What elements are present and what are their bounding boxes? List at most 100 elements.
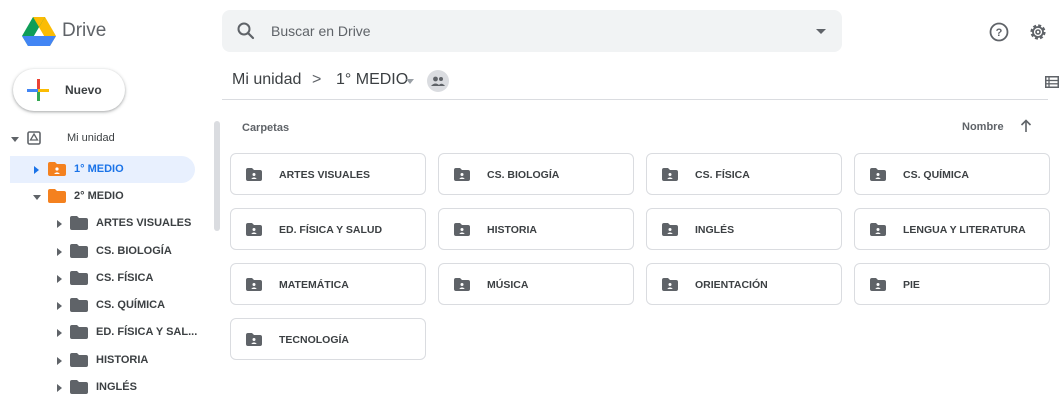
folder-card[interactable]: LENGUA Y LITERATURA [854, 208, 1050, 250]
top-bar: Drive Buscar en Drive ? [0, 0, 1062, 62]
sidebar-item-label: ED. FÍSICA Y SAL... [96, 326, 198, 338]
folder-name: MATEMÁTICA [279, 279, 349, 291]
shared-folder-icon [662, 223, 678, 236]
folder-card[interactable]: ORIENTACIÓN [646, 263, 842, 305]
shared-folder-icon [662, 278, 678, 291]
folder-card[interactable]: CS. FÍSICA [646, 153, 842, 195]
shared-folder-icon [454, 278, 470, 291]
sidebar-item-label: ARTES VISUALES [96, 217, 192, 229]
folder-card[interactable]: MÚSICA [438, 263, 634, 305]
folder-icon [70, 380, 88, 394]
folder-card[interactable]: ED. FÍSICA Y SALUD [230, 208, 426, 250]
folder-icon [70, 298, 88, 312]
shared-folder-icon [870, 168, 886, 181]
search-bar[interactable]: Buscar en Drive [222, 10, 842, 52]
sidebar-item-1-medio[interactable]: 1° MEDIO [0, 156, 200, 183]
expand-arrow-icon[interactable] [57, 329, 62, 337]
search-input[interactable]: Buscar en Drive [271, 23, 371, 39]
shared-folder-icon [662, 168, 678, 181]
expand-arrow-icon[interactable] [57, 275, 62, 283]
sidebar-item-2-medio[interactable]: 2° MEDIO [0, 183, 200, 210]
new-button-label: Nuevo [65, 83, 102, 97]
folder-icon [48, 189, 66, 203]
sidebar-item-label: 1° MEDIO [74, 163, 124, 175]
breadcrumb-separator: > [312, 71, 322, 88]
sidebar-item-label: HISTORIA [96, 354, 149, 366]
expand-arrow-icon[interactable] [57, 302, 62, 310]
folder-card[interactable]: HISTORIA [438, 208, 634, 250]
sidebar-item-label: 2° MEDIO [74, 190, 124, 202]
folder-name: ORIENTACIÓN [695, 279, 768, 291]
shared-folder-icon [454, 168, 470, 181]
folder-card[interactable]: CS. QUÍMICA [854, 153, 1050, 195]
svg-text:?: ? [996, 27, 1003, 39]
folder-name: LENGUA Y LITERATURA [903, 224, 1026, 236]
app-name[interactable]: Drive [62, 20, 106, 42]
folder-name: CS. QUÍMICA [903, 169, 969, 181]
folder-card[interactable]: PIE [854, 263, 1050, 305]
folder-card[interactable]: ARTES VISUALES [230, 153, 426, 195]
folder-card[interactable]: INGLÉS [646, 208, 842, 250]
folder-name: CS. BIOLOGÍA [487, 169, 560, 181]
folder-name: INGLÉS [695, 224, 735, 236]
folder-name: TECNOLOGÍA [279, 334, 349, 346]
folder-card[interactable]: CS. BIOLOGÍA [438, 153, 634, 195]
search-options-dropdown-icon[interactable] [816, 29, 826, 34]
expand-arrow-icon[interactable] [57, 357, 62, 365]
sidebar-item-cs-fisica[interactable]: CS. FÍSICA [0, 265, 200, 292]
sidebar-item-mi-unidad[interactable]: Mi unidad [0, 125, 200, 152]
folder-icon [70, 216, 88, 230]
header-divider [222, 99, 1048, 100]
expand-arrow-icon[interactable] [57, 248, 62, 256]
shared-folder-icon [48, 162, 66, 176]
expand-arrow-icon[interactable] [34, 166, 39, 174]
shared-folder-icon [454, 223, 470, 236]
drive-logo-icon[interactable] [22, 17, 56, 47]
folder-name: ARTES VISUALES [279, 169, 371, 181]
breadcrumb-dropdown-icon[interactable] [406, 79, 414, 84]
shared-folder-icon [870, 223, 886, 236]
settings-gear-icon[interactable] [1027, 21, 1049, 43]
shared-folder-icon [246, 278, 262, 291]
shared-folder-icon [246, 333, 262, 346]
folder-card[interactable]: TECNOLOGÍA [230, 318, 426, 360]
shared-folder-icon [246, 168, 262, 181]
sidebar-item-ingles[interactable]: INGLÉS [0, 374, 200, 395]
sidebar-item-artes-visuales[interactable]: ARTES VISUALES [0, 210, 200, 237]
sidebar-item-label: CS. QUÍMICA [96, 299, 166, 311]
folder-card[interactable]: MATEMÁTICA [230, 263, 426, 305]
help-icon[interactable]: ? [988, 21, 1010, 43]
shared-folder-icon [246, 223, 262, 236]
sidebar-item-cs-biologia[interactable]: CS. BIOLOGÍA [0, 238, 200, 265]
expand-arrow-icon[interactable] [57, 220, 62, 228]
sort-by-name-button[interactable]: Nombre [962, 121, 1004, 133]
shared-folder-icon [870, 278, 886, 291]
folder-name: HISTORIA [487, 224, 537, 236]
sidebar-item-label: Mi unidad [67, 132, 115, 144]
collapse-arrow-icon[interactable] [33, 195, 41, 200]
breadcrumb-current[interactable]: 1° MEDIO [336, 71, 408, 89]
list-view-icon[interactable] [1045, 76, 1059, 88]
folder-name: PIE [903, 279, 920, 291]
sidebar-item-historia[interactable]: HISTORIA [0, 347, 200, 374]
new-button[interactable]: Nuevo [13, 69, 125, 111]
sidebar-item-label: CS. FÍSICA [96, 272, 154, 284]
sidebar-item-ed-fisica-y-salud[interactable]: ED. FÍSICA Y SAL... [0, 319, 200, 346]
drive-icon [27, 131, 41, 145]
folder-icon [70, 244, 88, 258]
shared-people-icon[interactable] [426, 69, 450, 93]
collapse-arrow-icon[interactable] [11, 137, 19, 142]
breadcrumb-root[interactable]: Mi unidad [232, 71, 301, 89]
folder-name: CS. FÍSICA [695, 169, 750, 181]
folder-name: MÚSICA [487, 279, 529, 291]
folder-name: ED. FÍSICA Y SALUD [279, 224, 383, 236]
sort-ascending-arrow-icon[interactable] [1020, 119, 1032, 133]
sidebar-item-cs-quimica[interactable]: CS. QUÍMICA [0, 292, 200, 319]
sidebar-scrollbar[interactable] [214, 121, 220, 231]
sidebar-item-label: CS. BIOLOGÍA [96, 245, 172, 257]
folder-icon [70, 325, 88, 339]
folder-icon [70, 353, 88, 367]
expand-arrow-icon[interactable] [57, 384, 62, 392]
plus-icon [27, 79, 49, 101]
search-icon[interactable] [236, 21, 256, 41]
